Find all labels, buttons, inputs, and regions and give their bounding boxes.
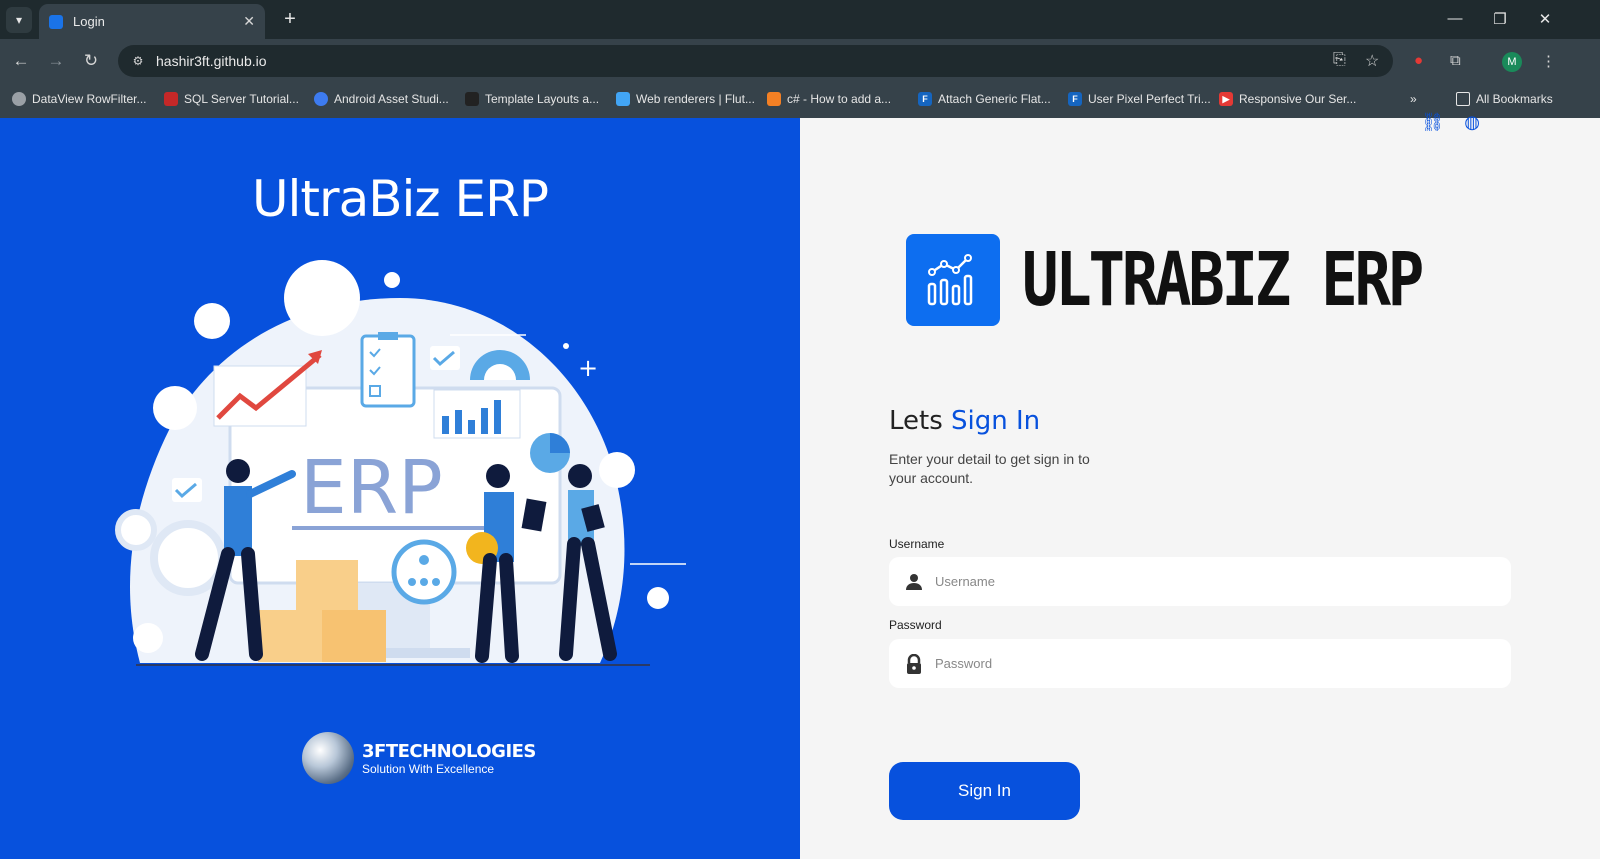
all-bookmarks-button[interactable]: All Bookmarks [1456, 92, 1553, 106]
language-globe-icon[interactable]: ◍ [1464, 112, 1480, 133]
bookmark-label: c# - How to add a... [787, 92, 892, 106]
heading-accent: Sign In [951, 406, 1041, 436]
link-icon[interactable]: ⛓ [1421, 112, 1444, 133]
reload-icon[interactable]: ↻ [80, 51, 102, 71]
f-favicon-icon: F [1068, 92, 1082, 106]
back-icon[interactable]: ← [10, 51, 32, 71]
folder-icon [1456, 92, 1470, 106]
site-info-icon[interactable]: ⚙ [128, 51, 148, 71]
browser-toolbar: ← → ↻ ⚙ hashir3ft.github.io ⎘ ☆ ● ⧉ ⋮ [0, 39, 1600, 83]
new-tab-icon[interactable]: + [278, 8, 302, 31]
f-favicon-icon: F [918, 92, 932, 106]
extensions-puzzle-icon[interactable]: ⧉ [1450, 52, 1461, 69]
close-window-icon[interactable]: ✕ [1535, 10, 1555, 28]
address-bar[interactable]: ⚙ hashir3ft.github.io ⎘ ☆ [118, 45, 1393, 77]
signin-subtitle: Enter your detail to get sign in to your… [889, 451, 1090, 486]
logo-wordmark: ULTRABIZ ERP [1022, 237, 1424, 323]
stackoverflow-favicon-icon [767, 92, 781, 106]
lock-icon [905, 653, 923, 674]
analytics-logo-icon [906, 234, 1000, 326]
user-icon [905, 573, 923, 591]
partner-logo: 3FTECHNOLOGIES Solution With Excellence [302, 732, 536, 784]
tab-search-chevron-icon[interactable]: ▾ [6, 7, 32, 33]
signin-button[interactable]: Sign In [889, 762, 1080, 820]
signin-heading: Lets Sign In [889, 406, 1040, 436]
partner-name: 3FTECHNOLOGIES [362, 740, 536, 762]
restore-icon[interactable]: ❐ [1490, 10, 1510, 28]
youtube-favicon-icon: ▶ [1219, 92, 1233, 106]
erp-monitor-text: ERP [300, 445, 443, 531]
minimize-icon[interactable]: — [1445, 10, 1465, 27]
browser-tabbar: ▾ Login ✕ + — ❐ ✕ [0, 0, 1600, 39]
extension-stop-icon[interactable]: ● [1414, 52, 1423, 69]
url-text[interactable]: hashir3ft.github.io [156, 53, 267, 69]
tab-title: Login [73, 14, 105, 29]
bookmark-item[interactable]: F Attach Generic Flat... [918, 92, 1051, 106]
android-asset-favicon-icon [314, 92, 328, 106]
login-page: UltraBiz ERP + ERP 3FTECHNOLOGIES Soluti… [0, 112, 1600, 859]
profile-avatar[interactable]: M [1502, 52, 1522, 72]
heading-prefix: Lets [889, 406, 952, 436]
bookmark-item[interactable]: ▶ Responsive Our Ser... [1219, 92, 1356, 106]
menu-kebab-icon[interactable]: ⋮ [1541, 52, 1556, 70]
browser-tab[interactable]: Login ✕ [39, 4, 265, 39]
tab-favicon-icon [49, 14, 63, 29]
bookmark-label: Responsive Our Ser... [1239, 92, 1357, 106]
password-field[interactable] [889, 639, 1511, 688]
bookmark-star-icon[interactable]: ☆ [1365, 51, 1379, 71]
bookmark-item[interactable]: SQL Server Tutorial... [164, 92, 299, 106]
flutter-favicon-icon [616, 92, 630, 106]
bookmark-label: Attach Generic Flat... [938, 92, 1051, 106]
template-favicon-icon [465, 92, 479, 106]
password-label: Password [889, 618, 942, 632]
bookmark-label: DataView RowFilter... [32, 92, 147, 106]
bookmark-label: User Pixel Perfect Tri... [1088, 92, 1211, 106]
bookmark-label: SQL Server Tutorial... [184, 92, 299, 106]
sql-favicon-icon [164, 92, 178, 106]
partner-tagline: Solution With Excellence [362, 761, 495, 776]
svg-text:+: + [578, 354, 598, 382]
username-field[interactable] [889, 557, 1511, 606]
bookmarks-bar: DataView RowFilter... SQL Server Tutoria… [0, 83, 1600, 118]
username-input[interactable] [935, 574, 1495, 589]
brand-title: UltraBiz ERP [251, 170, 549, 228]
bookmark-item[interactable]: Template Layouts a... [465, 92, 599, 106]
bookmark-label: Template Layouts a... [485, 92, 600, 106]
bookmark-item[interactable]: Web renderers | Flut... [616, 92, 755, 106]
brand-panel: UltraBiz ERP + ERP 3FTECHNOLOGIES Soluti… [0, 118, 800, 859]
erp-illustration: + ERP [115, 260, 686, 666]
install-app-icon[interactable]: ⎘ [1333, 51, 1346, 69]
more-bookmarks-icon[interactable]: » [1410, 92, 1417, 106]
bookmark-item[interactable]: c# - How to add a... [767, 92, 891, 106]
app-logo: ULTRABIZ ERP [906, 234, 1509, 326]
username-label: Username [889, 537, 945, 551]
bookmark-item[interactable]: DataView RowFilter... [12, 92, 147, 106]
forward-icon[interactable]: → [45, 51, 67, 71]
password-input[interactable] [935, 656, 1495, 671]
globe-icon [12, 92, 26, 106]
bookmark-item[interactable]: F User Pixel Perfect Tri... [1068, 92, 1211, 106]
login-panel: ⛓ ◍ ULTRABIZ ERP Lets Sign In Enter your… [800, 112, 1600, 859]
partner-globe-icon [302, 732, 354, 784]
close-tab-icon[interactable]: ✕ [243, 13, 255, 30]
bookmark-label: Web renderers | Flut... [636, 92, 755, 106]
all-bookmarks-label: All Bookmarks [1476, 92, 1553, 106]
bookmark-item[interactable]: Android Asset Studi... [314, 92, 449, 106]
bookmark-label: Android Asset Studi... [334, 92, 449, 106]
